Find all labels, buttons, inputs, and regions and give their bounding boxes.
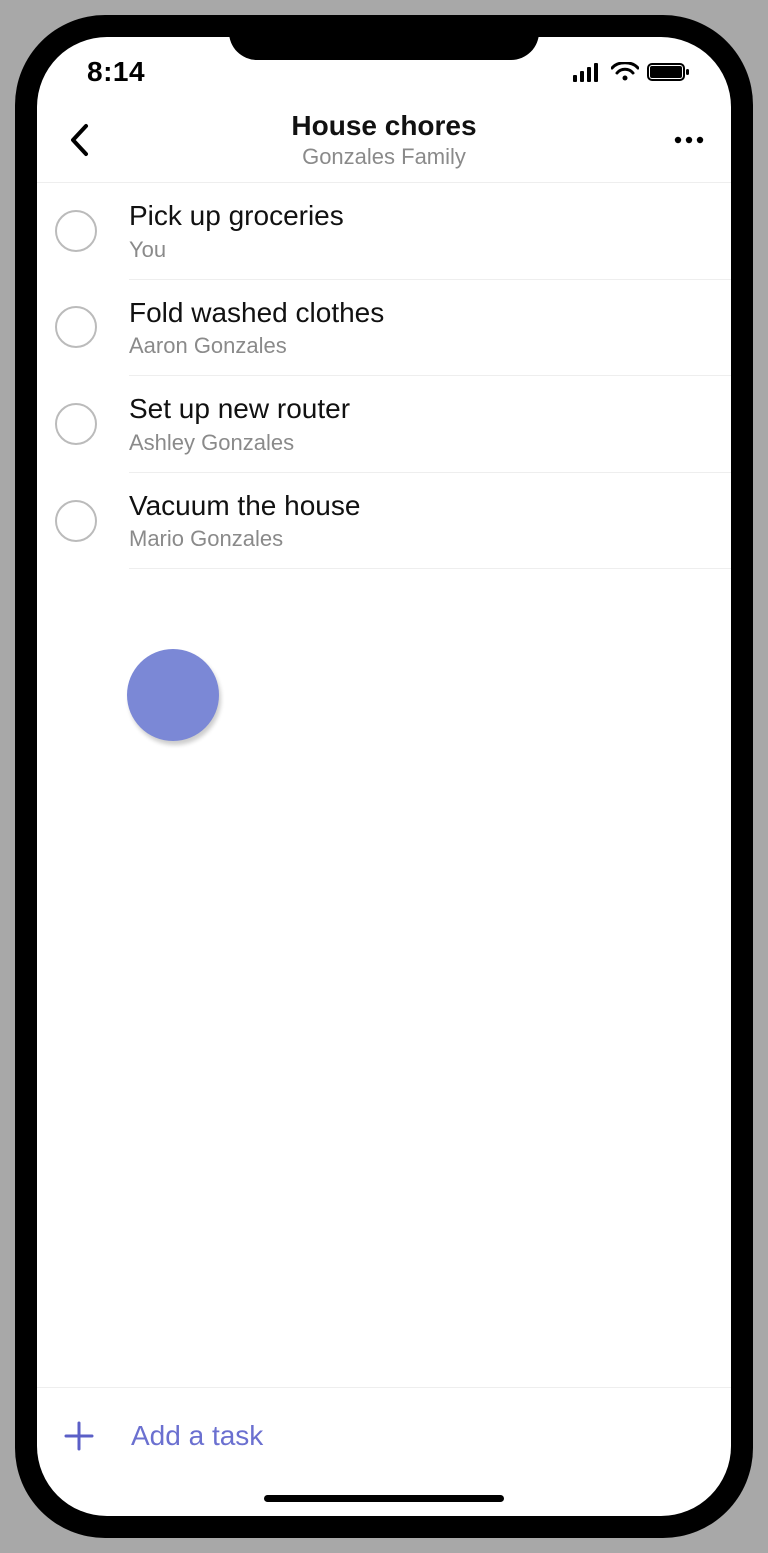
task-checkbox[interactable] [55,210,97,252]
page-subtitle: Gonzales Family [37,144,731,170]
divider [129,568,731,569]
task-assignee: Mario Gonzales [129,526,360,552]
task-title: Pick up groceries [129,199,344,233]
status-icons [573,62,691,82]
task-assignee: Aaron Gonzales [129,333,384,359]
more-options-button[interactable] [669,120,709,160]
wifi-icon [611,62,639,82]
task-assignee: You [129,237,344,263]
task-checkbox[interactable] [55,500,97,542]
home-indicator[interactable] [264,1495,504,1502]
task-list[interactable]: Pick up groceries You Fold washed clothe… [37,183,731,1387]
task-title: Set up new router [129,392,350,426]
screen: 8:14 [37,37,731,1516]
task-checkbox[interactable] [55,306,97,348]
task-title: Fold washed clothes [129,296,384,330]
device-notch [229,15,539,60]
task-row[interactable]: Vacuum the house Mario Gonzales [37,473,731,569]
status-time: 8:14 [87,56,145,88]
chevron-left-icon [68,123,90,157]
battery-icon [647,62,691,82]
add-task-button[interactable] [59,1416,99,1456]
back-button[interactable] [59,120,99,160]
task-assignee: Ashley Gonzales [129,430,350,456]
add-task-label: Add a task [131,1420,263,1452]
more-horizontal-icon [674,136,704,144]
nav-header: House chores Gonzales Family [37,97,731,183]
page-title: House chores [37,110,731,142]
touch-indicator [127,649,219,741]
task-row[interactable]: Fold washed clothes Aaron Gonzales [37,280,731,376]
task-checkbox[interactable] [55,403,97,445]
task-row[interactable]: Set up new router Ashley Gonzales [37,376,731,472]
plus-icon [64,1421,94,1451]
phone-frame: 8:14 [15,15,753,1538]
task-row[interactable]: Pick up groceries You [37,183,731,279]
task-title: Vacuum the house [129,489,360,523]
cellular-icon [573,62,603,82]
